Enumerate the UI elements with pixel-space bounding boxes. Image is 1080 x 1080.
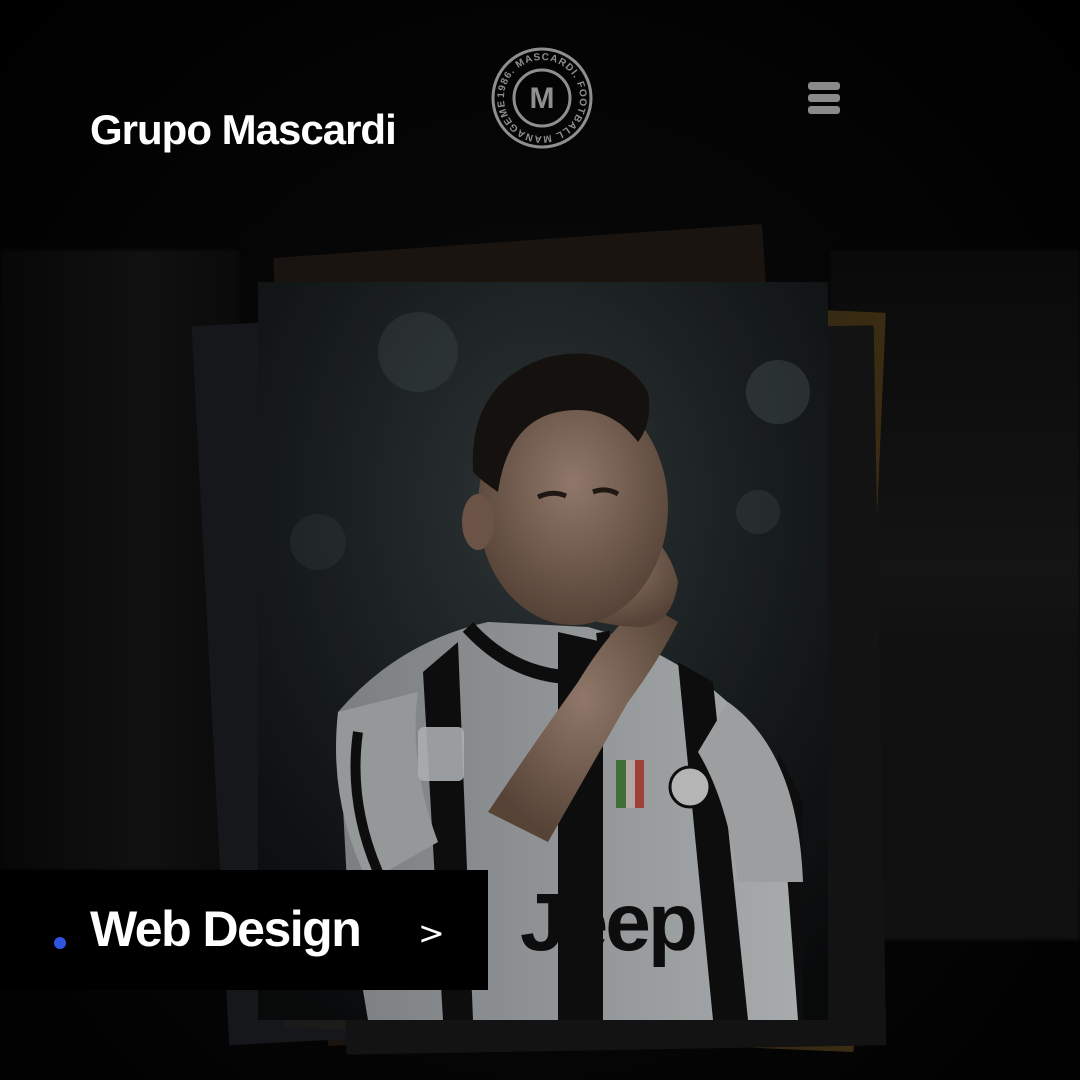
brand-title[interactable]: Grupo Mascardi <box>90 106 397 154</box>
category-label[interactable]: Web Design <box>90 900 362 958</box>
background-panel <box>870 640 1080 940</box>
mascardi-seal-logo-icon[interactable]: 1986. MASCARDI. FOOTBALL MANAGEMENT M <box>486 38 594 150</box>
accent-dot <box>54 937 66 949</box>
hamburger-menu-icon[interactable] <box>806 80 842 116</box>
chevron-right-icon[interactable]: > <box>418 914 445 952</box>
logo-letter: M <box>530 82 555 115</box>
